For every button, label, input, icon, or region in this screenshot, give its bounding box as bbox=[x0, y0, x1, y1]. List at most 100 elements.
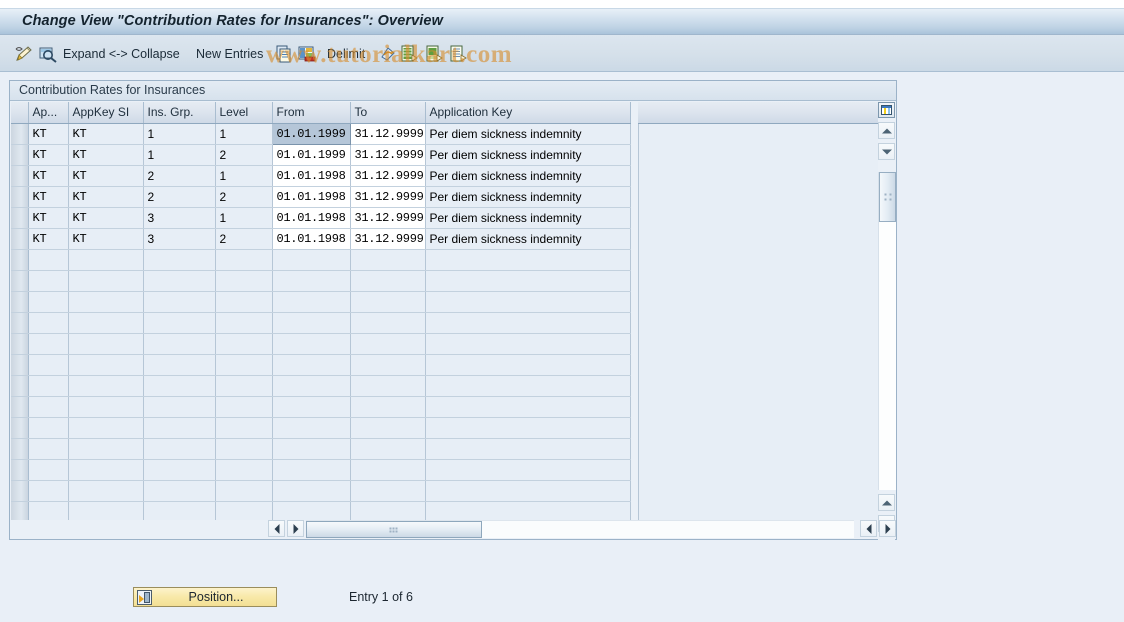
row-selector[interactable] bbox=[11, 459, 29, 481]
cell-empty[interactable] bbox=[215, 438, 273, 460]
cell-empty[interactable] bbox=[68, 249, 144, 271]
cell-ins-grp[interactable]: 2 bbox=[143, 165, 216, 187]
cell-empty[interactable] bbox=[272, 354, 351, 376]
cell-empty[interactable] bbox=[28, 459, 69, 481]
cell-to[interactable]: 31.12.9999 bbox=[350, 228, 426, 250]
cell-empty[interactable] bbox=[28, 354, 69, 376]
scroll-left-end-button[interactable] bbox=[860, 520, 877, 537]
cell-empty[interactable] bbox=[215, 291, 273, 313]
cell-empty[interactable] bbox=[425, 333, 631, 355]
cell-empty[interactable] bbox=[68, 417, 144, 439]
cell-empty[interactable] bbox=[350, 375, 426, 397]
table-row-empty[interactable] bbox=[11, 249, 631, 271]
cell-empty[interactable] bbox=[215, 375, 273, 397]
cell-empty[interactable] bbox=[272, 333, 351, 355]
cell-level[interactable]: 2 bbox=[215, 228, 273, 250]
cell-ins-grp[interactable]: 1 bbox=[143, 123, 216, 145]
cell-empty[interactable] bbox=[350, 312, 426, 334]
vertical-scrollbar-thumb[interactable] bbox=[879, 172, 896, 222]
column-header-appkey-si[interactable]: AppKey SI bbox=[68, 102, 144, 124]
row-selector[interactable] bbox=[11, 249, 29, 271]
table-row-empty[interactable] bbox=[11, 375, 631, 397]
cell-ap[interactable]: KT bbox=[28, 144, 69, 166]
table-row[interactable]: KT KT 1 2 01.01.1999 31.12.9999 Per diem sickn… bbox=[11, 144, 631, 166]
column-header-from[interactable]: From bbox=[272, 102, 351, 124]
cell-empty[interactable] bbox=[68, 312, 144, 334]
cell-application-key[interactable]: Per diem sickness indemnity bbox=[425, 144, 631, 166]
cell-empty[interactable] bbox=[425, 270, 631, 292]
horizontal-scrollbar-track[interactable] bbox=[306, 520, 854, 538]
cell-ins-grp[interactable]: 1 bbox=[143, 144, 216, 166]
cell-application-key[interactable]: Per diem sickness indemnity bbox=[425, 228, 631, 250]
cell-empty[interactable] bbox=[28, 375, 69, 397]
row-selector[interactable] bbox=[11, 207, 29, 229]
cell-empty[interactable] bbox=[425, 249, 631, 271]
cell-empty[interactable] bbox=[425, 438, 631, 460]
table-row[interactable]: KT KT 3 1 01.01.1998 31.12.9999 Per diem sickn… bbox=[11, 207, 631, 229]
row-selector[interactable] bbox=[11, 501, 29, 520]
table-row-empty[interactable] bbox=[11, 459, 631, 481]
cell-empty[interactable] bbox=[143, 459, 216, 481]
cell-empty[interactable] bbox=[425, 480, 631, 502]
cell-empty[interactable] bbox=[350, 291, 426, 313]
delete-button[interactable] bbox=[298, 35, 316, 72]
cell-empty[interactable] bbox=[28, 312, 69, 334]
cell-empty[interactable] bbox=[425, 291, 631, 313]
table-row-empty[interactable] bbox=[11, 333, 631, 355]
cell-empty[interactable] bbox=[143, 270, 216, 292]
cell-empty[interactable] bbox=[272, 249, 351, 271]
cell-empty[interactable] bbox=[272, 480, 351, 502]
cell-empty[interactable] bbox=[350, 417, 426, 439]
expand-collapse-button[interactable]: Expand <-> Collapse bbox=[63, 35, 180, 72]
data-grid-viewport[interactable]: Ap... AppKey SI Ins. Grp. Level From To … bbox=[11, 102, 880, 520]
table-row-empty[interactable] bbox=[11, 438, 631, 460]
cell-empty[interactable] bbox=[272, 459, 351, 481]
row-selector[interactable] bbox=[11, 438, 29, 460]
previous-entry-button[interactable] bbox=[401, 35, 419, 72]
cell-empty[interactable] bbox=[28, 396, 69, 418]
cell-empty[interactable] bbox=[28, 291, 69, 313]
new-entries-button[interactable]: New Entries bbox=[196, 35, 263, 72]
row-selector[interactable] bbox=[11, 396, 29, 418]
table-row-empty[interactable] bbox=[11, 480, 631, 502]
cell-empty[interactable] bbox=[143, 438, 216, 460]
table-row-empty[interactable] bbox=[11, 396, 631, 418]
table-settings-button[interactable] bbox=[878, 102, 895, 118]
cell-empty[interactable] bbox=[68, 291, 144, 313]
cell-empty[interactable] bbox=[28, 249, 69, 271]
horizontal-scrollbar-thumb[interactable] bbox=[306, 521, 482, 538]
scroll-down-top-button[interactable] bbox=[878, 143, 895, 160]
cell-from[interactable]: 01.01.1998 bbox=[272, 228, 351, 250]
row-selector[interactable] bbox=[11, 354, 29, 376]
cell-application-key[interactable]: Per diem sickness indemnity bbox=[425, 207, 631, 229]
row-selector[interactable] bbox=[11, 123, 29, 145]
cell-empty[interactable] bbox=[215, 396, 273, 418]
display-change-button[interactable] bbox=[14, 35, 34, 72]
cell-appkey-si[interactable]: KT bbox=[68, 186, 144, 208]
cell-application-key[interactable]: Per diem sickness indemnity bbox=[425, 165, 631, 187]
row-selector[interactable] bbox=[11, 333, 29, 355]
row-selector[interactable] bbox=[11, 480, 29, 502]
row-selector[interactable] bbox=[11, 165, 29, 187]
cell-empty[interactable] bbox=[350, 459, 426, 481]
horizontal-scroll-area[interactable] bbox=[268, 520, 896, 538]
cell-ap[interactable]: KT bbox=[28, 123, 69, 145]
copy-as-button[interactable] bbox=[276, 35, 294, 72]
column-header-to[interactable]: To bbox=[350, 102, 426, 124]
cell-appkey-si[interactable]: KT bbox=[68, 144, 144, 166]
cell-empty[interactable] bbox=[68, 333, 144, 355]
cell-to[interactable]: 31.12.9999 bbox=[350, 165, 426, 187]
row-selector[interactable] bbox=[11, 312, 29, 334]
cell-to[interactable]: 31.12.9999 bbox=[350, 207, 426, 229]
cell-empty[interactable] bbox=[272, 375, 351, 397]
cell-empty[interactable] bbox=[143, 312, 216, 334]
table-row-empty[interactable] bbox=[11, 354, 631, 376]
table-row-empty[interactable] bbox=[11, 270, 631, 292]
cell-empty[interactable] bbox=[425, 417, 631, 439]
row-selector[interactable] bbox=[11, 270, 29, 292]
cell-empty[interactable] bbox=[425, 375, 631, 397]
cell-from[interactable]: 01.01.1999 bbox=[272, 144, 351, 166]
cell-from[interactable]: 01.01.1998 bbox=[272, 207, 351, 229]
cell-empty[interactable] bbox=[215, 417, 273, 439]
cell-from[interactable]: 01.01.1999 bbox=[271, 122, 351, 145]
